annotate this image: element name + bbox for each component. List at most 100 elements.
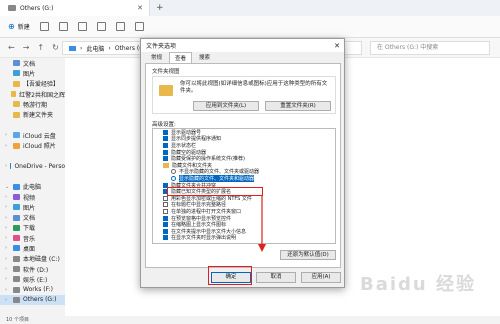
checkbox[interactable] <box>163 136 168 142</box>
checkbox[interactable] <box>163 215 168 221</box>
delete-icon[interactable] <box>134 22 144 31</box>
up-arrow-icon[interactable]: ↑ <box>37 43 44 52</box>
chevron-icon[interactable]: › <box>5 143 10 149</box>
copy-icon[interactable] <box>58 22 68 31</box>
folder-views-description: 你可以将此视图(如详细信息或图标)应用于这种类型的所有文件夹。 <box>180 81 328 94</box>
sidebar-item[interactable]: 【吾爱经验】 <box>0 79 65 89</box>
chevron-icon[interactable]: › <box>5 132 10 138</box>
checkbox[interactable] <box>163 202 168 208</box>
folder-icon <box>13 70 20 77</box>
chevron-icon[interactable]: › <box>5 163 7 169</box>
folder-icon <box>13 183 20 190</box>
sidebar-item[interactable]: 新建文件夹 <box>0 109 65 119</box>
sidebar-item-label: 本地磁盘 (C:) <box>23 256 60 264</box>
cancel-button[interactable]: 取消 <box>256 272 296 283</box>
chevron-icon[interactable]: › <box>5 204 10 210</box>
chevron-icon[interactable]: ⌄ <box>5 184 10 190</box>
checkbox[interactable] <box>163 142 168 148</box>
checkbox[interactable] <box>163 235 168 241</box>
checkbox[interactable] <box>163 149 168 155</box>
breadcrumb-this-pc[interactable]: 此电脑 <box>86 44 104 53</box>
sidebar-item[interactable]: › Others (G:) <box>0 294 65 306</box>
sidebar-item[interactable]: › 文档 <box>0 212 65 222</box>
tab-others-g[interactable]: Others (G:) ✕ <box>0 0 150 16</box>
chevron-icon[interactable]: › <box>5 245 10 251</box>
chevron-icon[interactable]: › <box>5 276 10 282</box>
folder-icon <box>13 122 20 128</box>
tab-search[interactable]: 搜索 <box>193 51 216 63</box>
sidebar-item-label: Others (G:) <box>23 296 57 304</box>
cut-icon[interactable] <box>39 22 49 31</box>
sidebar-item[interactable]: › OneDrive - Perso <box>0 161 65 171</box>
title-bar: Others (G:) ✕ + <box>0 0 500 16</box>
sidebar-item-label: 图片 <box>23 204 36 212</box>
sidebar-item[interactable]: 畅游行期 <box>0 99 65 109</box>
advanced-settings-list[interactable]: 显示驱动器号 显示同步提供程序通知 显示状态栏 隐藏空的驱动器 隐藏受保护的操作系统文件… <box>152 128 336 244</box>
sidebar-item[interactable]: 文档 <box>0 58 65 68</box>
sidebar-item[interactable]: 图片 <box>0 68 65 78</box>
checkbox[interactable] <box>163 195 168 201</box>
folder-icon <box>13 132 20 139</box>
sidebar-item[interactable]: › 娱乐 (E:) <box>0 274 65 284</box>
chevron-icon[interactable]: › <box>5 256 10 262</box>
sidebar-item <box>0 171 65 181</box>
sidebar-item[interactable]: › 视频 <box>0 192 65 202</box>
checkbox[interactable] <box>163 228 168 234</box>
checkbox[interactable] <box>163 208 168 214</box>
folder-icon <box>10 163 12 170</box>
sidebar-item[interactable]: › 图片 <box>0 202 65 212</box>
sidebar-item[interactable]: 红警2共和国之辉 <box>0 89 65 99</box>
chevron-icon[interactable]: › <box>5 215 10 221</box>
annotation-highlight-option <box>167 187 263 196</box>
apply-button[interactable]: 应用(A) <box>301 272 341 283</box>
sidebar-item[interactable]: › 下载 <box>0 223 65 233</box>
chevron-icon[interactable]: › <box>5 287 10 293</box>
restore-defaults-button[interactable]: 还原为默认值(D) <box>280 250 336 260</box>
dialog-title: 文件夹选项 <box>146 43 177 50</box>
sidebar-item-label: 新建文件夹 <box>23 112 54 120</box>
advanced-setting-item[interactable]: 在显示文件夹时显示弹出说明 <box>153 235 335 241</box>
checkbox[interactable] <box>163 156 168 162</box>
share-icon[interactable] <box>115 22 125 31</box>
forward-arrow-icon[interactable]: → <box>23 43 30 52</box>
tab-general[interactable]: 常规 <box>145 51 168 63</box>
dialog-close-icon[interactable]: ✕ <box>330 42 344 50</box>
sidebar-item[interactable]: › Works (F:) <box>0 285 65 295</box>
folder-icon <box>13 276 20 283</box>
sidebar-item[interactable]: › 本地磁盘 (C:) <box>0 254 65 264</box>
tab-close-icon[interactable]: ✕ <box>137 4 143 12</box>
sidebar-item <box>0 151 65 161</box>
tab-view[interactable]: 查看 <box>169 52 193 63</box>
new-tab-icon[interactable]: + <box>156 3 164 13</box>
reset-folders-button[interactable]: 重置文件夹(R) <box>265 101 331 111</box>
checkbox[interactable] <box>163 129 168 135</box>
back-arrow-icon[interactable]: ← <box>8 43 15 52</box>
radio-button[interactable] <box>171 175 176 181</box>
chevron-icon[interactable]: › <box>5 297 10 303</box>
folder-icon <box>13 286 20 293</box>
search-input[interactable]: 在 Others (G:) 中搜索 <box>370 41 490 55</box>
folder-icon <box>13 224 20 231</box>
checkbox[interactable] <box>163 222 168 228</box>
sidebar-item[interactable]: › 软件 (D:) <box>0 264 65 274</box>
sidebar-item[interactable]: › 桌面 <box>0 243 65 253</box>
pc-icon <box>69 45 76 51</box>
sidebar-item-label: Works (F:) <box>23 286 53 294</box>
sidebar-item[interactable]: › 音乐 <box>0 233 65 243</box>
apply-to-folders-button[interactable]: 应用到文件夹(L) <box>193 101 259 111</box>
paste-icon[interactable] <box>77 22 87 31</box>
rename-icon[interactable] <box>96 22 106 31</box>
new-button[interactable]: ⊕ 新建 <box>8 22 30 31</box>
sidebar-item[interactable]: ⌄ 此电脑 <box>0 182 65 192</box>
sidebar-item[interactable]: › iCloud 云盘 <box>0 130 65 140</box>
radio-button[interactable] <box>171 169 176 175</box>
chevron-icon[interactable]: › <box>5 194 10 200</box>
refresh-icon[interactable]: ↻ <box>52 43 59 52</box>
chevron-icon[interactable]: › <box>5 266 10 272</box>
sidebar-item <box>0 120 65 130</box>
sidebar-item[interactable]: › iCloud 照片 <box>0 140 65 150</box>
sidebar-item-label: 视频 <box>23 194 36 202</box>
chevron-icon[interactable]: › <box>5 235 10 241</box>
chevron-icon[interactable]: › <box>5 225 10 231</box>
folder-icon <box>13 111 20 118</box>
